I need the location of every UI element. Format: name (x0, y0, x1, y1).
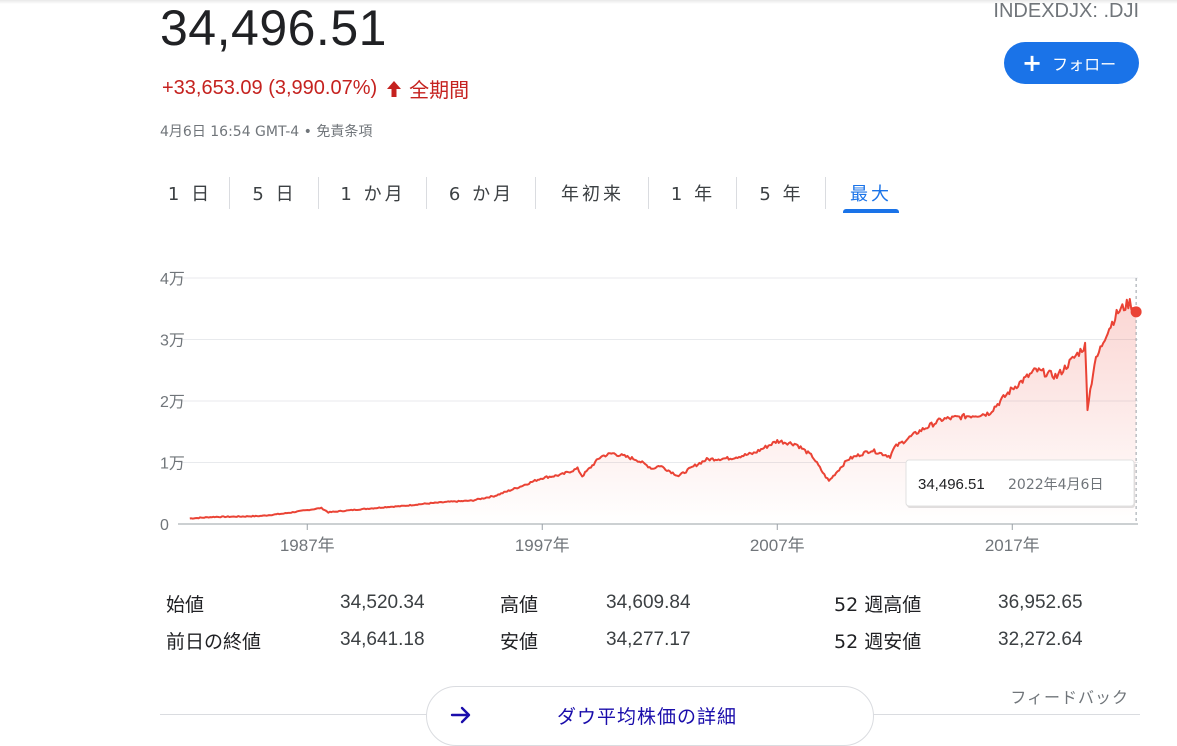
tab-5d[interactable]: 5 日 (230, 174, 319, 212)
stat-value-low: 34,277.17 (606, 629, 691, 650)
price-chart[interactable]: 0 1万 2万 3万 4万 1987年 1997年 2007年 2017年 34,496.51 20… (0, 240, 1177, 570)
timestamp-disclaimer: 4月6日 16:54 GMT-4 • 免責条項 (160, 124, 373, 140)
x-tick-label: 2007年 (750, 536, 805, 555)
stat-label-high: 高値 (500, 594, 539, 616)
stat-label-prev-close: 前日の終値 (166, 631, 262, 653)
active-tab-underline (843, 209, 899, 213)
x-tick-label: 1997年 (515, 536, 570, 555)
stat-label-52w-low: 52 週安値 (834, 631, 922, 653)
follow-label: フォロー (1052, 55, 1117, 74)
change-value: +33,653.09 (3,990.07%) (162, 77, 378, 99)
x-tick-label: 2017年 (985, 536, 1040, 555)
feedback-link[interactable]: フィードバック (1010, 684, 1129, 708)
tab-1m[interactable]: 1 か月 (319, 174, 427, 212)
arrow-up-icon (387, 80, 402, 97)
stat-value-prev-close: 34,641.18 (340, 629, 425, 650)
stat-value-52w-high: 36,952.65 (998, 592, 1083, 613)
x-tick-label: 1987年 (280, 536, 335, 555)
follow-button[interactable]: + フォロー (1004, 42, 1139, 84)
tab-5y[interactable]: 5 年 (737, 174, 826, 212)
tab-1d[interactable]: 1 日 (150, 174, 230, 212)
range-tabs: 1 日 5 日 1 か月 6 か月 年初来 1 年 5 年 最大 (150, 174, 916, 214)
stat-label-52w-high: 52 週高値 (834, 594, 922, 616)
current-price: 34,496.51 (160, 0, 387, 56)
details-button[interactable]: ダウ平均株価の詳細 (426, 686, 874, 746)
tab-max[interactable]: 最大 (826, 174, 916, 213)
price-change: +33,653.09 (3,990.07%) 全期間 (162, 74, 469, 103)
tooltip-date: 2022年4月6日 (1008, 477, 1103, 493)
tab-6m[interactable]: 6 か月 (427, 174, 536, 212)
y-tick-label: 1万 (160, 456, 185, 473)
stat-label-open: 始値 (166, 594, 205, 616)
y-tick-label: 3万 (160, 333, 185, 350)
arrow-right-icon (450, 706, 471, 724)
plus-icon: + (1022, 49, 1043, 77)
ticker-symbol: INDEXDJX: .DJI (993, 0, 1139, 22)
current-price-point (1130, 306, 1142, 318)
y-tick-label: 0 (160, 517, 169, 534)
change-period: 全期間 (409, 78, 470, 102)
details-label: ダウ平均株価の詳細 (557, 706, 738, 728)
tab-1y[interactable]: 1 年 (649, 174, 737, 212)
tooltip-value: 34,496.51 (918, 476, 985, 493)
tab-ytd[interactable]: 年初来 (536, 174, 649, 212)
stat-value-high: 34,609.84 (606, 592, 691, 613)
y-tick-label: 2万 (160, 394, 185, 411)
stat-value-open: 34,520.34 (340, 592, 425, 613)
stat-label-low: 安値 (500, 631, 539, 653)
y-tick-label: 4万 (160, 271, 185, 288)
stat-value-52w-low: 32,272.64 (998, 629, 1083, 650)
